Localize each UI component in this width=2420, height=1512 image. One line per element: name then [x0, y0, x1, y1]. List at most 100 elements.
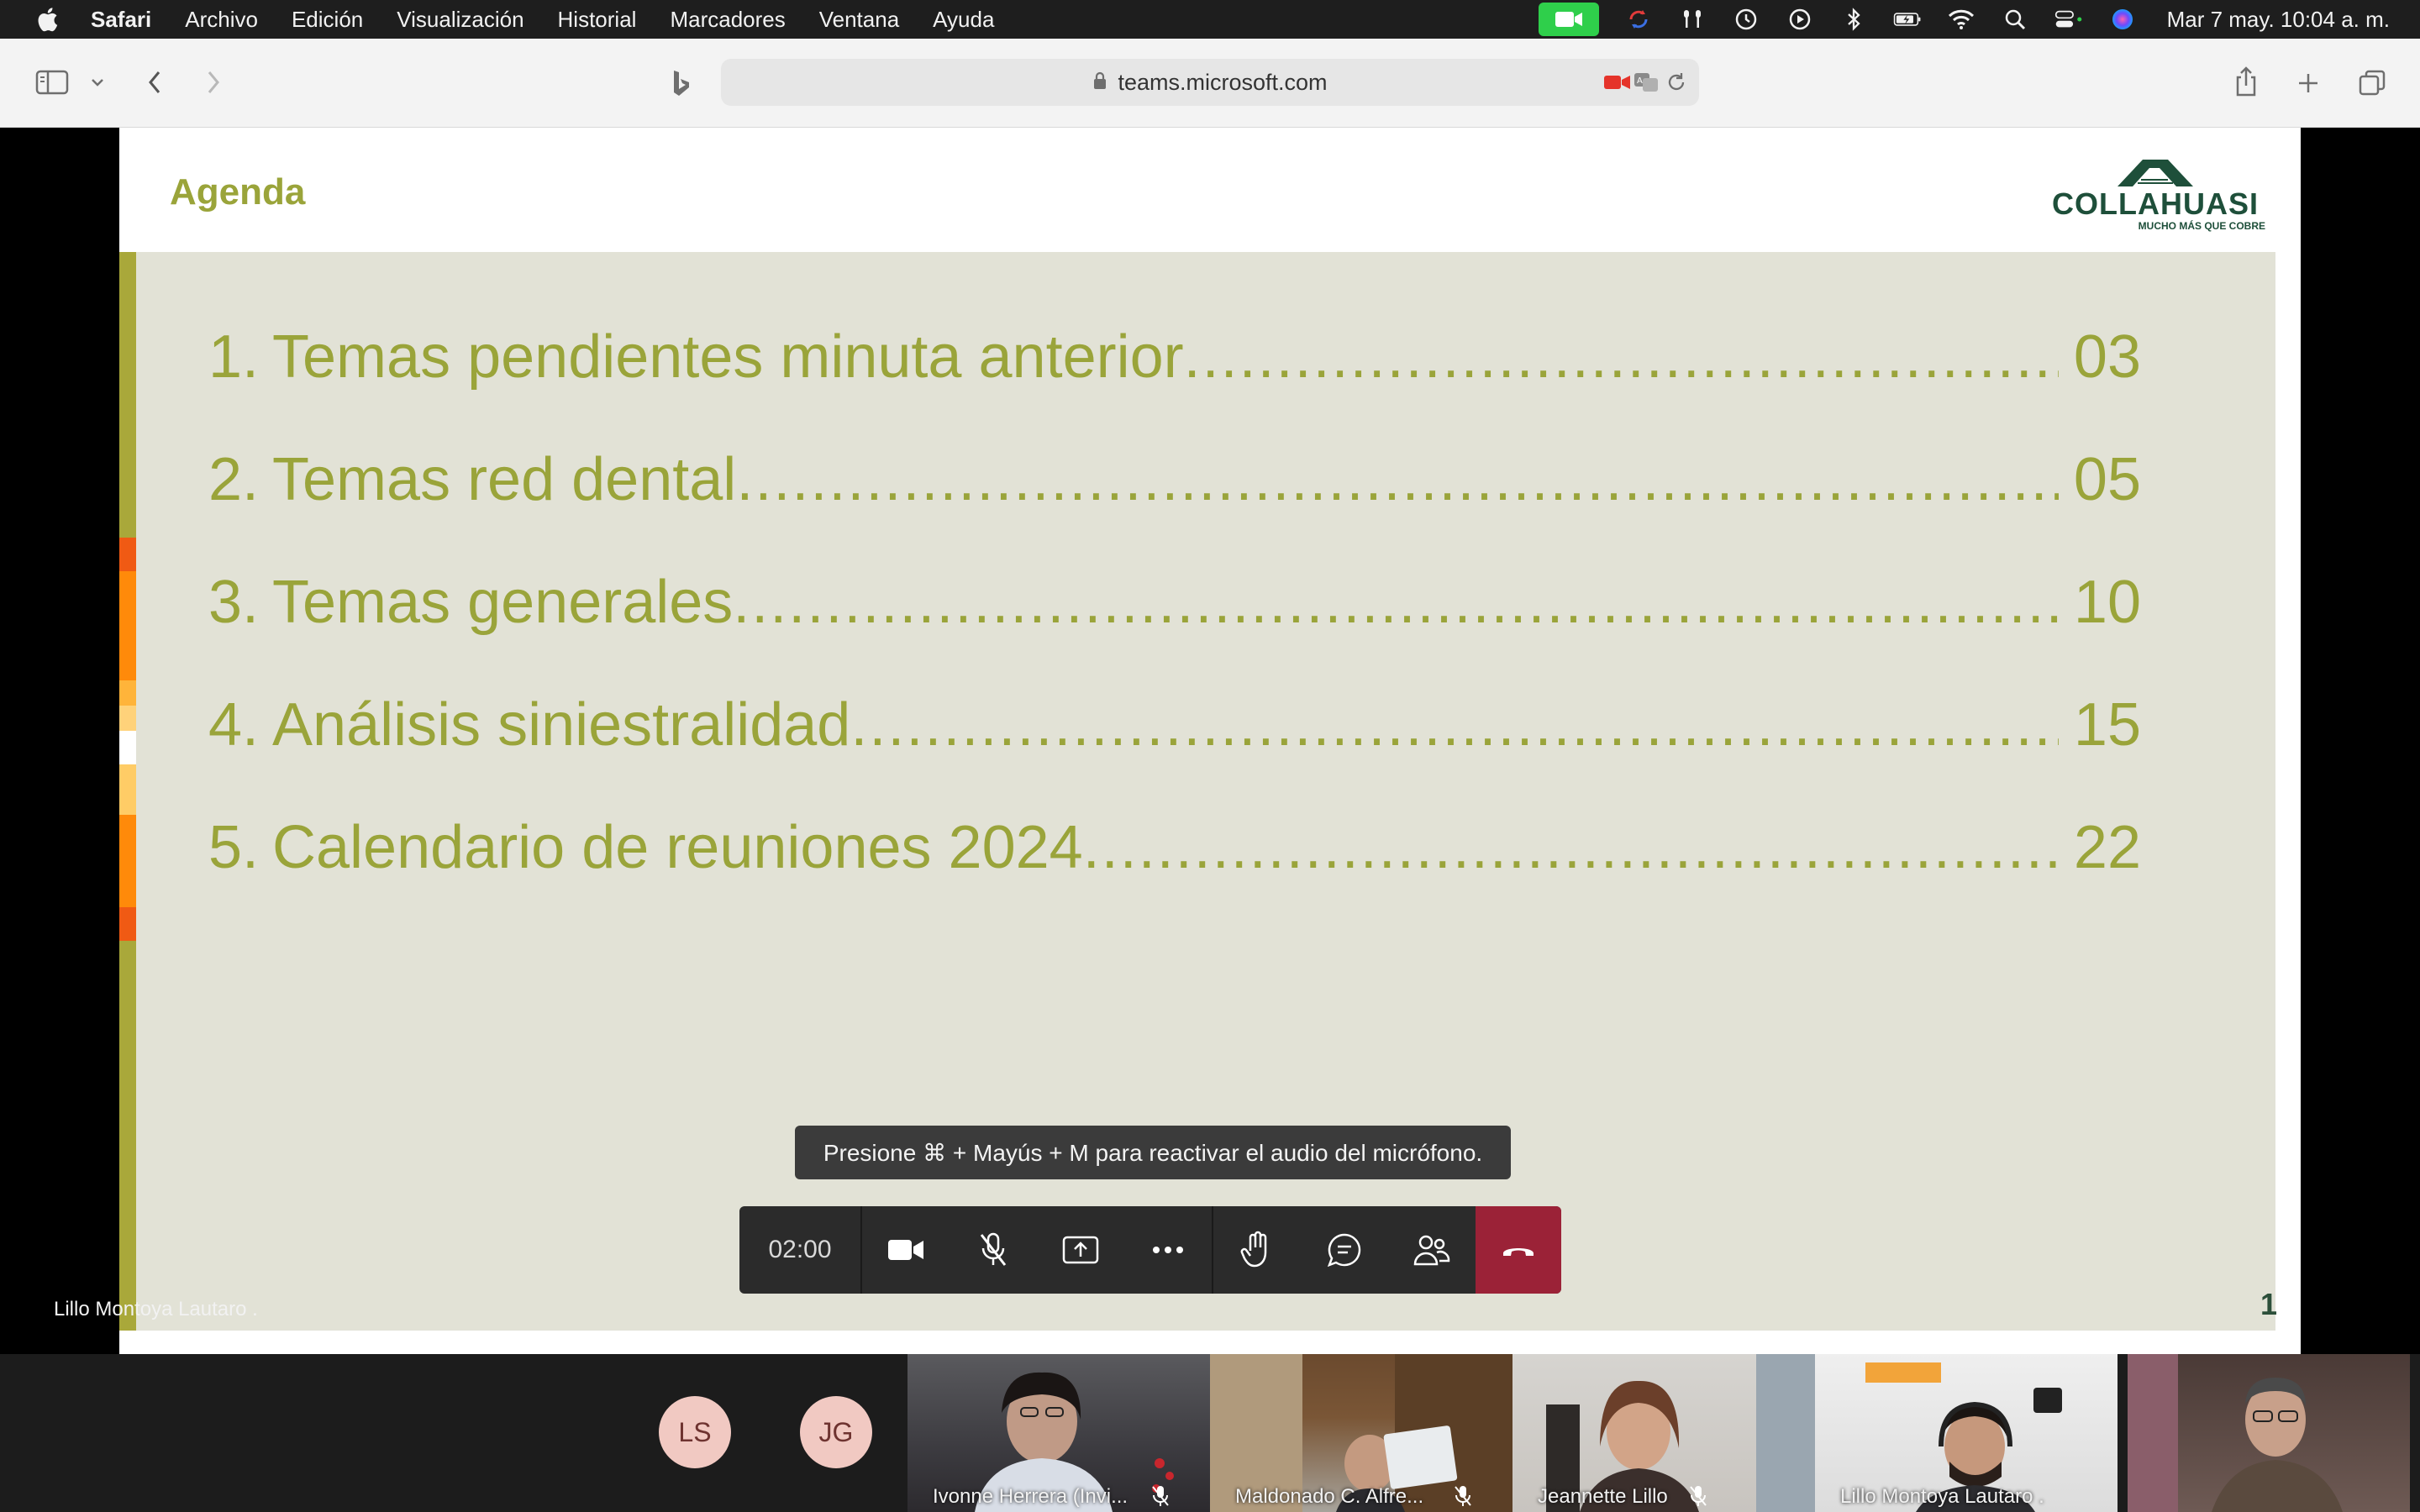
- menu-edicion[interactable]: Edición: [292, 7, 363, 33]
- airpods-icon[interactable]: [1678, 7, 1707, 32]
- forward-icon[interactable]: [198, 66, 229, 99]
- spotlight-icon[interactable]: [2001, 7, 2029, 32]
- agenda-item-text: Análisis siniestralidad: [272, 691, 851, 759]
- tab-overview-icon[interactable]: [2356, 67, 2388, 99]
- menubar-clock[interactable]: Mar 7 may. 10:04 a. m.: [2167, 7, 2390, 33]
- svg-text:A: A: [1637, 76, 1643, 86]
- new-tab-icon[interactable]: [2294, 69, 2323, 97]
- bing-icon[interactable]: [669, 67, 694, 99]
- agenda-item: 1. Temas pendientes minuta anterior ....…: [208, 296, 2141, 418]
- slide-title: Agenda: [170, 171, 306, 213]
- chevron-down-icon[interactable]: [87, 72, 108, 92]
- agenda-item-page: 15: [2073, 691, 2141, 759]
- camera-in-use-icon[interactable]: [1603, 72, 1632, 98]
- participant-tile[interactable]: Maldonado C. Alfre...: [1210, 1354, 1512, 1512]
- agenda-list: 1. Temas pendientes minuta anterior ....…: [208, 296, 2141, 909]
- agenda-item-number: 5.: [208, 814, 260, 881]
- share-icon[interactable]: [2232, 64, 2260, 99]
- sidebar-toggle-icon[interactable]: [34, 67, 71, 97]
- agenda-leader-dots: ........................................…: [1183, 323, 2059, 391]
- participant-name: Lillo Montoya Lautaro .: [1840, 1485, 2044, 1508]
- logo-tagline: MUCHO MÁS QUE COBRE: [2138, 220, 2265, 232]
- agenda-item-number: 1.: [208, 323, 260, 391]
- avatar[interactable]: LS: [659, 1396, 731, 1468]
- agenda-item: 2. Temas red dental ....................…: [208, 418, 2141, 541]
- logo-wordmark: COLLAHUASI: [2052, 186, 2259, 221]
- participants-icon: [1413, 1235, 1450, 1266]
- participant-name: Ivonne Herrera (Invi...: [933, 1485, 1128, 1508]
- unmute-shortcut-toast: Presione ⌘ + Mayús + M para reactivar el…: [795, 1126, 1511, 1179]
- more-options-button[interactable]: [1124, 1206, 1212, 1294]
- agenda-item-text: Temas generales: [272, 569, 734, 636]
- presenter-name-label: Lillo Montoya Lautaro .: [54, 1298, 258, 1320]
- call-timer: 02:00: [739, 1206, 862, 1294]
- url-text: teams.microsoft.com: [1118, 69, 1328, 95]
- raise-hand-icon: [1240, 1231, 1267, 1268]
- mic-off-icon: [980, 1232, 1007, 1266]
- control-center-icon[interactable]: [2054, 7, 2083, 32]
- raise-hand-button[interactable]: [1213, 1206, 1301, 1294]
- participant-tile[interactable]: Ivonne Herrera (Invi...: [908, 1354, 1210, 1512]
- agenda-item-text: Temas pendientes minuta anterior: [272, 323, 1184, 391]
- menu-ayuda[interactable]: Ayuda: [933, 7, 994, 33]
- menu-visualizacion[interactable]: Visualización: [397, 7, 523, 33]
- avatar[interactable]: JG: [800, 1396, 872, 1468]
- participant-name: Jeannette Lillo: [1538, 1485, 1668, 1508]
- chat-icon: [1327, 1233, 1361, 1268]
- share-screen-button[interactable]: [1037, 1206, 1124, 1294]
- participant-strip: LS JG Ivonne Herrera (Invi... Maldonado …: [0, 1354, 2420, 1512]
- address-bar[interactable]: teams.microsoft.com A: [721, 59, 1699, 106]
- menu-historial[interactable]: Historial: [558, 7, 637, 33]
- share-screen-icon: [1062, 1236, 1099, 1264]
- agenda-item-page: 03: [2073, 323, 2141, 391]
- back-icon[interactable]: [139, 66, 170, 99]
- mic-off-icon: [1152, 1486, 1169, 1506]
- agenda-leader-dots: ........................................…: [850, 691, 2059, 759]
- agenda-item: 4. Análisis siniestralidad .............…: [208, 664, 2141, 786]
- apple-icon[interactable]: [32, 7, 62, 32]
- play-icon[interactable]: [1786, 7, 1814, 32]
- agenda-item-page: 05: [2073, 446, 2141, 513]
- agenda-item: 3. Temas generales .....................…: [208, 541, 2141, 664]
- agenda-item: 5. Calendario de reuniones 2024 ........…: [208, 786, 2141, 909]
- time-machine-icon[interactable]: [1732, 7, 1760, 32]
- slide-number: 1: [2260, 1287, 2277, 1321]
- participants-button[interactable]: [1388, 1206, 1476, 1294]
- menu-ventana[interactable]: Ventana: [819, 7, 899, 33]
- participant-tile[interactable]: Jeannette Lillo: [1512, 1354, 1815, 1512]
- menu-app-safari[interactable]: Safari: [91, 7, 151, 33]
- battery-icon[interactable]: [1893, 7, 1922, 32]
- call-controls: 02:00: [739, 1206, 1561, 1294]
- more-icon: [1153, 1247, 1183, 1253]
- agenda-item-number: 4.: [208, 691, 260, 759]
- chat-button[interactable]: [1301, 1206, 1388, 1294]
- slide-side-bar: [119, 252, 136, 1331]
- sync-icon[interactable]: [1624, 7, 1653, 32]
- hang-up-icon: [1503, 1248, 1534, 1256]
- agenda-leader-dots: ........................................…: [736, 446, 2059, 513]
- facetime-icon[interactable]: [1538, 3, 1599, 36]
- browser-toolbar: teams.microsoft.com A: [0, 39, 2420, 128]
- bluetooth-icon[interactable]: [1839, 7, 1868, 32]
- reload-icon[interactable]: [1665, 71, 1687, 99]
- agenda-item-number: 2.: [208, 446, 260, 513]
- agenda-leader-dots: ........................................…: [733, 569, 2059, 636]
- agenda-item-text: Calendario de reuniones 2024: [272, 814, 1083, 881]
- camera-button[interactable]: [862, 1206, 950, 1294]
- menu-marcadores[interactable]: Marcadores: [670, 7, 785, 33]
- lock-icon: [1092, 70, 1107, 96]
- camera-icon: [888, 1240, 923, 1260]
- participant-tile[interactable]: Lillo Montoya Lautaro .: [1815, 1354, 2118, 1512]
- agenda-item-text: Temas red dental: [272, 446, 737, 513]
- hang-up-button[interactable]: [1476, 1206, 1561, 1294]
- mic-button[interactable]: [950, 1206, 1037, 1294]
- siri-icon[interactable]: [2108, 7, 2137, 32]
- agenda-item-number: 3.: [208, 569, 260, 636]
- agenda-leader-dots: ........................................…: [1082, 814, 2059, 881]
- participant-tile[interactable]: [2128, 1354, 2410, 1512]
- menu-archivo[interactable]: Archivo: [185, 7, 258, 33]
- menu-bar: Safari Archivo Edición Visualización His…: [0, 0, 2420, 39]
- collahuasi-logo: COLLAHUASI MUCHO MÁS QUE COBRE: [2033, 155, 2277, 239]
- translate-icon[interactable]: A: [1634, 71, 1659, 99]
- wifi-icon[interactable]: [1947, 7, 1975, 32]
